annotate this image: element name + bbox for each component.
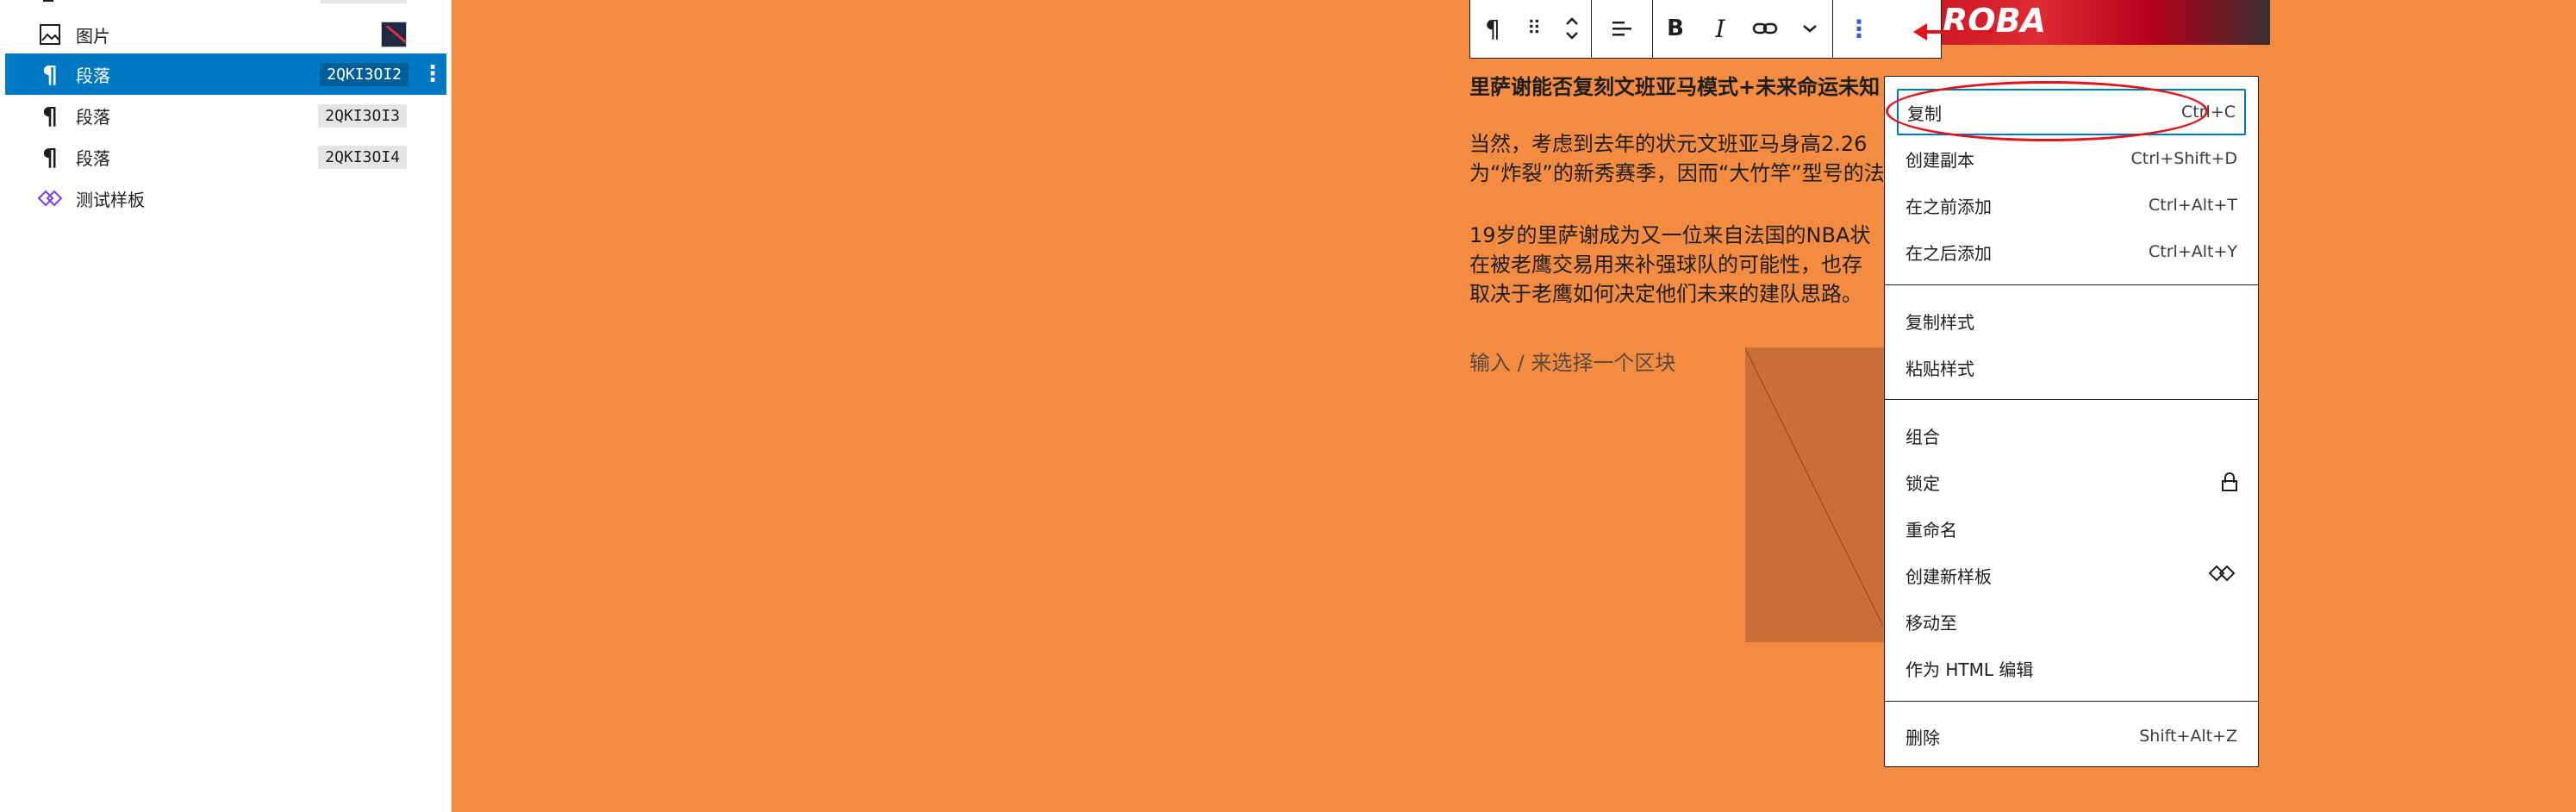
menu-item-label: 在之前添加 [1905,196,1992,217]
menu-item-create-pattern[interactable]: 创建新样板 [1897,552,2246,598]
pattern-icon [36,184,64,212]
menu-item-label: 创建副本 [1905,149,1974,171]
drag-handle-icon[interactable]: ⠿ [1515,0,1553,58]
list-item-label: 段落 [76,65,110,86]
menu-item-insert-before[interactable]: 在之前添加 Ctrl+Alt+T [1897,182,2246,228]
list-item-label: 测试样板 [76,189,145,210]
list-item-paragraph[interactable]: ¶ 段落 2QKI3OI3 [5,95,446,136]
post-heading[interactable]: 里萨谢能否复刻文班亚马模式+未来命运未知 [1469,72,1883,102]
paragraph-line: 当然，考虑到去年的状元文班亚马身高2.26 [1469,132,1868,156]
menu-divider [1885,284,2258,285]
annotation-ellipse [1886,81,2208,141]
menu-item-duplicate[interactable]: 创建副本 Ctrl+Shift+D [1897,135,2246,182]
menu-item-label: 创建新样板 [1905,565,1992,587]
toolbar-align-group [1592,0,1653,58]
menu-divider [1885,701,2258,702]
block-id-badge: 2QKI3OI3 [318,103,407,128]
menu-item-copy-styles[interactable]: 复制样式 [1897,297,2246,344]
list-item-paragraph[interactable]: ¶ 段落 2QKI3OI4 [5,136,446,178]
shortcut-text: Shift+Alt+Z [2139,727,2237,746]
options-icon[interactable]: ⋮ [1833,0,1885,58]
paragraph-block[interactable]: 19岁的里萨谢成为又一位来自法国的NBA状 在被老鹰交易用来补强球队的可能性，也… [1469,221,1883,309]
shortcut-text: Ctrl+Alt+T [2149,196,2237,215]
block-id-badge: 2QKI3OI4 [318,145,407,169]
menu-item-lock[interactable]: 锁定 [1897,459,2246,505]
menu-item-label: 移动至 [1905,612,1957,634]
block-id-badge [321,0,407,3]
annotation-arrow [1924,30,1993,34]
list-item-image[interactable]: 图片 [5,14,446,55]
list-view-sidebar: 图片 ¶ 段落 2QKI3OI2 ⋮ ¶ 段落 2QKI3OI3 ¶ 段落 2Q… [0,0,452,812]
list-item-label: 图片 [76,25,110,47]
annotation-arrow-head [1913,23,1927,41]
menu-item-label: 在之后添加 [1905,242,1992,264]
block-toolbar: ¶ ⠿ B I ⋮ [1469,0,1942,59]
paragraph-icon [43,0,53,2]
paragraph-line: 在被老鹰交易用来补强球队的可能性，也存 [1469,253,1862,277]
pattern-icon [2208,563,2237,588]
block-id-badge: 2QKI3OI2 [320,62,409,86]
italic-button[interactable]: I [1698,0,1743,58]
menu-item-label: 组合 [1905,426,1940,447]
menu-item-label: 粘贴样式 [1905,358,1974,379]
list-item-pattern[interactable]: 测试样板 [5,178,446,219]
chevron-down-icon[interactable] [1787,0,1832,58]
toolbar-options-group: ⋮ [1833,0,1885,58]
menu-item-delete[interactable]: 删除 Shift+Alt+Z [1897,713,2246,759]
link-icon[interactable] [1743,0,1787,58]
paragraph-line: 为“炸裂”的新秀赛季，因而“大竹竿”型号的法 [1469,161,1883,185]
image-icon [36,21,64,48]
menu-item-move-to[interactable]: 移动至 [1897,598,2246,645]
paragraph-icon: ¶ [42,101,58,130]
menu-item-label: 作为 HTML 编辑 [1905,659,2034,680]
menu-item-insert-after[interactable]: 在之后添加 Ctrl+Alt+Y [1897,228,2246,275]
toolbar-format-group: B I [1653,0,1833,58]
more-options-icon[interactable]: ⋮ [419,61,446,87]
list-item-label: 段落 [76,147,110,169]
align-icon[interactable] [1592,0,1652,58]
lock-icon [2222,472,2237,491]
menu-item-group[interactable]: 组合 [1897,412,2246,459]
image-thumbnail [381,22,407,47]
paragraph-icon: ¶ [42,59,58,89]
menu-item-label: 锁定 [1905,472,1940,494]
move-up-down-icon[interactable] [1553,0,1591,58]
shortcut-text: Ctrl+Alt+Y [2149,242,2237,261]
paragraph-line: 19岁的里萨谢成为又一位来自法国的NBA状 [1469,223,1871,247]
toolbar-block-group: ¶ ⠿ [1470,0,1592,58]
menu-item-rename[interactable]: 重命名 [1897,505,2246,552]
list-item-label: 段落 [76,106,110,128]
paragraph-icon[interactable]: ¶ [1470,0,1515,58]
menu-item-label: 删除 [1905,727,1940,748]
shortcut-text: Ctrl+Shift+D [2130,149,2237,168]
bold-button[interactable]: B [1653,0,1698,58]
block-options-menu: 复制 Ctrl+C 创建副本 Ctrl+Shift+D 在之前添加 Ctrl+A… [1884,76,2259,767]
menu-divider [1885,399,2258,400]
menu-item-label: 重命名 [1905,519,1957,540]
menu-item-label: 复制样式 [1905,311,1974,333]
list-item-paragraph-selected[interactable]: ¶ 段落 2QKI3OI2 ⋮ [5,53,446,95]
menu-item-edit-html[interactable]: 作为 HTML 编辑 [1897,645,2246,691]
list-item-partial [5,0,446,5]
paragraph-line: 取决于老鹰如何决定他们未来的建队思路。 [1469,282,1862,306]
menu-item-paste-styles[interactable]: 粘贴样式 [1897,344,2246,390]
paragraph-icon: ¶ [42,142,58,172]
paragraph-block[interactable]: 当然，考虑到去年的状元文班亚马身高2.26 为“炸裂”的新秀赛季，因而“大竹竿”… [1469,129,1883,188]
image-placeholder [1745,347,1892,642]
